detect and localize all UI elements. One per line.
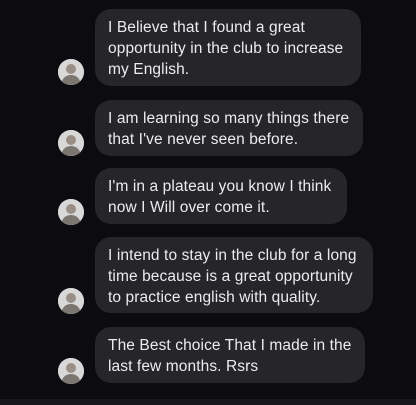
person-avatar[interactable] <box>58 130 84 156</box>
message-bubble[interactable]: I am learning so many things there that … <box>95 100 363 156</box>
message-bubble[interactable]: I'm in a plateau you know I think now I … <box>95 168 347 224</box>
person-avatar[interactable] <box>58 288 84 314</box>
message-text-line: I am learning so many things there <box>108 110 350 127</box>
person-avatar[interactable] <box>58 199 84 225</box>
person-avatar-icon <box>58 358 84 384</box>
message-text-line: opportunity in the club to increase <box>108 40 344 57</box>
message-row: I Believe that I found a great opportuni… <box>0 9 416 87</box>
person-avatar-icon <box>58 199 84 225</box>
message-row: I am learning so many things there that … <box>0 100 416 160</box>
message-text-line: that I've never seen before. <box>108 131 299 148</box>
message-text-line: I'm in a plateau you know I think <box>108 178 332 195</box>
message-text-line: now I Will over come it. <box>108 199 270 216</box>
message-text-line: time because is a great opportunity <box>108 268 353 285</box>
person-avatar-icon <box>58 59 84 85</box>
message-text-line: The Best choice That I made in the <box>108 337 352 354</box>
message-row: The Best choice That I made in the last … <box>0 327 416 387</box>
bottom-divider <box>0 399 416 405</box>
message-text-line: I Believe that I found a great <box>108 19 305 36</box>
person-avatar-icon <box>58 130 84 156</box>
person-avatar[interactable] <box>58 59 84 85</box>
chat-thread: I Believe that I found a great opportuni… <box>0 0 416 405</box>
message-bubble[interactable]: I intend to stay in the club for a long … <box>95 237 373 313</box>
message-row: I intend to stay in the club for a long … <box>0 237 416 319</box>
person-avatar-icon <box>58 288 84 314</box>
message-bubble[interactable]: The Best choice That I made in the last … <box>95 327 365 383</box>
message-bubble[interactable]: I Believe that I found a great opportuni… <box>95 9 361 86</box>
message-text-line: I intend to stay in the club for a long <box>108 247 357 264</box>
message-text-line: last few months. Rsrs <box>108 358 259 375</box>
message-row: I'm in a plateau you know I think now I … <box>0 168 416 228</box>
message-text-line: my English. <box>108 61 190 78</box>
message-text-line: to practice english with quality. <box>108 289 321 306</box>
person-avatar[interactable] <box>58 358 84 384</box>
